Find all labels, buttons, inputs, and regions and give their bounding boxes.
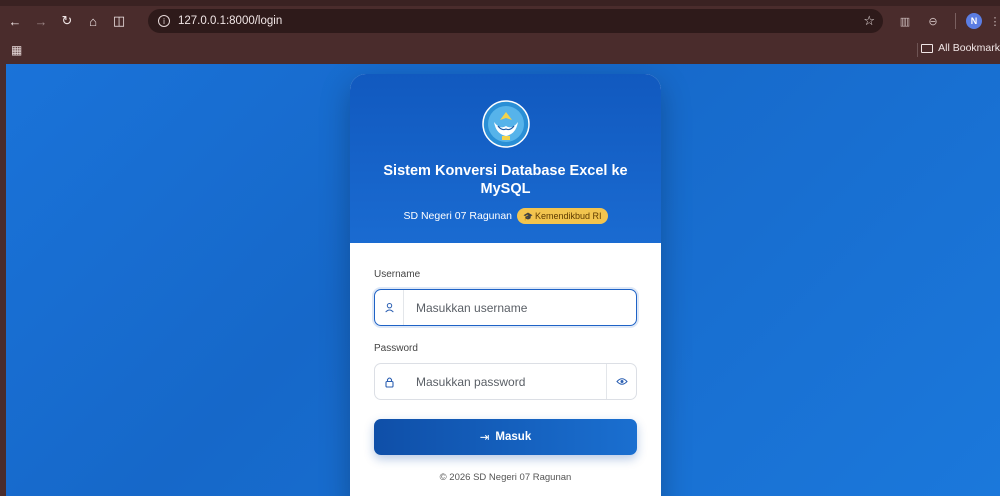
login-form: Username Password ⇥ Masuk: [350, 243, 661, 483]
folder-icon: [921, 43, 934, 53]
address-bar[interactable]: i 127.0.0.1:8000/login ☆: [148, 9, 883, 33]
username-label: Username: [374, 269, 421, 280]
copyright-footer: © 2026 SD Negeri 07 Ragunan: [439, 472, 572, 483]
forward-arrow-icon[interactable]: →: [30, 10, 52, 32]
bookmarks-separator: [917, 43, 918, 57]
menu-icon[interactable]: ⋮: [990, 10, 1000, 32]
split-view-icon[interactable]: ◫: [108, 10, 130, 32]
apps-grid-icon[interactable]: ▦: [11, 43, 22, 57]
password-input[interactable]: [404, 364, 606, 399]
password-label: Password: [374, 343, 418, 354]
login-card: Sistem Konversi Database Excel ke MySQL …: [350, 74, 661, 496]
graduation-cap-icon: 🎓: [523, 211, 533, 221]
profile-avatar[interactable]: N: [962, 10, 986, 32]
page-title: Sistem Konversi Database Excel ke MySQL: [383, 163, 628, 197]
home-icon[interactable]: ⌂: [82, 10, 104, 32]
bookmark-star-icon[interactable]: ☆: [863, 13, 875, 29]
profile-initial: N: [966, 13, 982, 29]
translate-icon[interactable]: ▥: [893, 10, 917, 32]
login-button-label: Masuk: [495, 431, 532, 443]
login-page: Sistem Konversi Database Excel ke MySQL …: [0, 64, 1000, 496]
all-bookmarks-button[interactable]: All Bookmark: [921, 42, 1000, 54]
card-header: Sistem Konversi Database Excel ke MySQL …: [350, 74, 661, 243]
school-line: SD Negeri 07 Ragunan 🎓 Kemendikbud RI: [403, 208, 608, 224]
password-field: [374, 363, 637, 400]
kemendikbud-badge: 🎓 Kemendikbud RI: [517, 208, 608, 224]
toolbar-right: ▥ ⊖ N ⋮: [893, 6, 1000, 36]
window-left-edge: [0, 64, 6, 496]
back-arrow-icon[interactable]: ←: [4, 10, 26, 32]
all-bookmarks-label: All Bookmark: [938, 42, 1000, 54]
badge-label: Kemendikbud RI: [535, 211, 602, 221]
sign-in-icon: ⇥: [479, 432, 490, 444]
lock-icon: [375, 364, 404, 399]
school-name: SD Negeri 07 Ragunan: [403, 210, 513, 222]
login-button[interactable]: ⇥ Masuk: [374, 419, 637, 455]
tut-wuri-handayani-logo: [481, 100, 530, 148]
url-text: 127.0.0.1:8000/login: [178, 15, 283, 27]
toolbar-separator: [955, 13, 956, 29]
browser-chrome: ← → ↻ ⌂ ◫ i 127.0.0.1:8000/login ☆ ▥ ⊖ N…: [0, 0, 1000, 64]
browser-toolbar: ← → ↻ ⌂ ◫ i 127.0.0.1:8000/login ☆ ▥ ⊖ N…: [0, 6, 1000, 36]
user-icon: [375, 290, 404, 325]
link-icon[interactable]: ⊖: [921, 10, 945, 32]
username-field: [374, 289, 637, 326]
username-input[interactable]: [404, 290, 636, 325]
site-info-icon[interactable]: i: [158, 15, 170, 27]
reload-icon[interactable]: ↻: [56, 10, 78, 32]
bookmarks-bar: ▦ All Bookmark: [0, 38, 1000, 62]
show-password-eye-icon[interactable]: [606, 364, 636, 399]
